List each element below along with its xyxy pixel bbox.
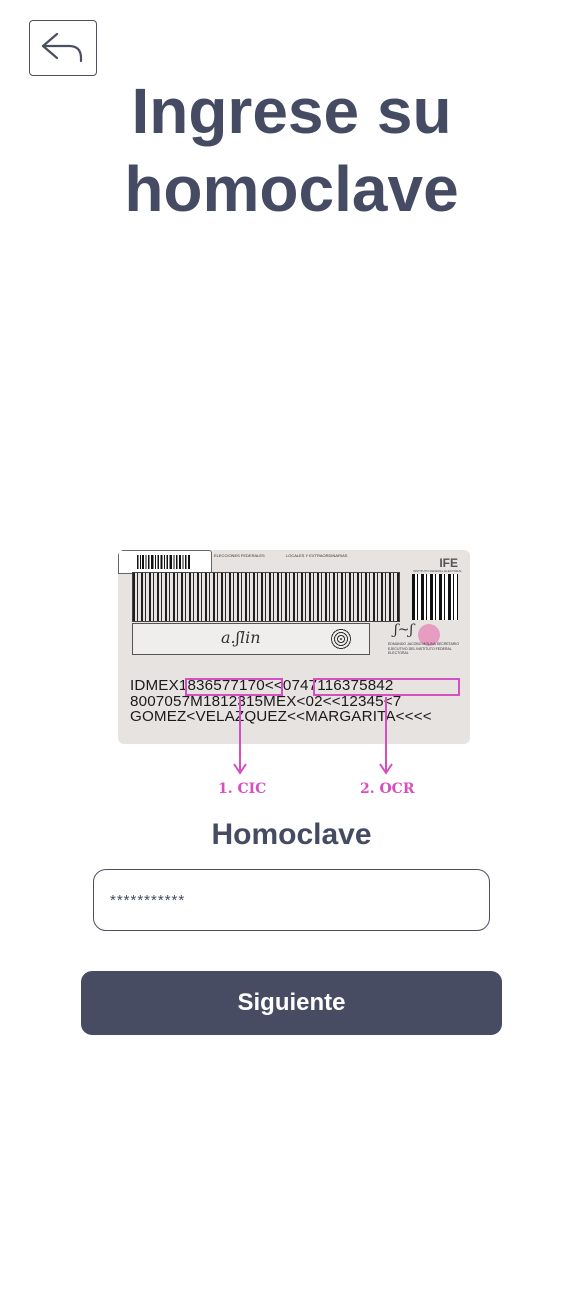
secretary-signature: ʃ~ʃ (394, 622, 414, 638)
ife-logo: IFE (439, 556, 458, 570)
ocr-label: 2. OCR (360, 781, 415, 797)
barcode-tab (118, 550, 212, 574)
card-header-label: ELECCIONES FEDERALES (214, 553, 265, 558)
secretary-caption: EDMUNDO JACOBO MOLINA SECRETARIO EJECUTI… (388, 642, 460, 655)
qr-code (412, 574, 458, 620)
cic-highlight-box (185, 678, 283, 696)
next-button[interactable]: Siguiente (81, 971, 502, 1035)
id-card: ELECCIONES FEDERALES LOCALES Y EXTRAORDI… (118, 550, 470, 744)
page-title: Ingrese su homoclave (124, 75, 459, 225)
undo-arrow-icon (41, 32, 83, 63)
holder-signature: a.ʃlin (221, 628, 261, 647)
back-button[interactable] (29, 20, 97, 76)
card-header-label: LOCALES Y EXTRAORDINARIAS (286, 553, 348, 558)
homoclave-input[interactable] (93, 869, 490, 931)
mrz-line: GOMEZ<VELAZQUEZ<<MARGARITA<<<< (130, 708, 432, 725)
cic-label: 1. CIC (218, 781, 267, 797)
signature-box: a.ʃlin (132, 623, 370, 655)
id-card-illustration: ELECCIONES FEDERALES LOCALES Y EXTRAORDI… (118, 550, 470, 744)
ife-logo-subtext: INSTITUTO FEDERAL ELECTORAL (413, 569, 462, 573)
ocr-highlight-box (313, 678, 460, 696)
barcode-icon (137, 555, 190, 569)
fingerprint-icon (331, 627, 351, 651)
security-pattern (132, 572, 400, 622)
homoclave-label: Homoclave (211, 818, 372, 851)
